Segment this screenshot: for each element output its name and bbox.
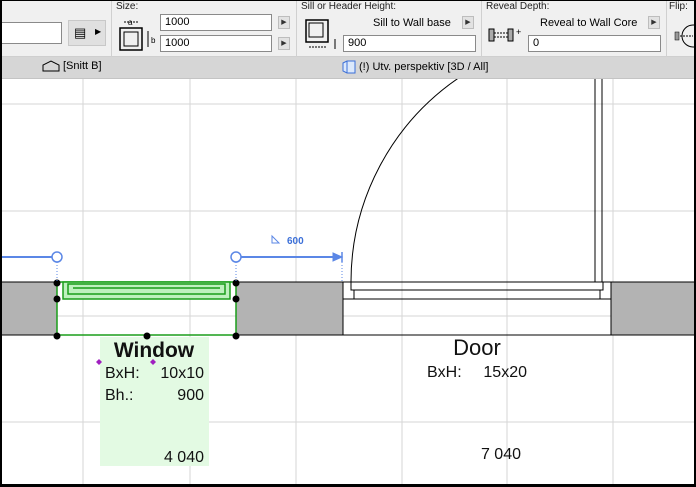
height-arrow-button[interactable]: ▶ — [278, 37, 290, 50]
reveal-mode-label[interactable]: Reveal to Wall Core — [540, 17, 637, 29]
reveal-caption: Reveal Depth: — [486, 1, 550, 12]
sill-height-input[interactable]: 900 — [343, 35, 476, 52]
dimension-value: 600 — [287, 236, 304, 247]
tab-section-b[interactable]: [Snitt B] — [42, 60, 102, 72]
door[interactable] — [342, 79, 612, 300]
reveal-section: Reveal Depth: + Reveal to Wall Core ▶ 0 — [482, 1, 667, 57]
window-elevation: 4 040 — [164, 449, 204, 466]
door-title: Door — [453, 335, 501, 360]
door-elevation: 7 040 — [481, 446, 521, 463]
width-input[interactable]: 1000 — [160, 14, 272, 31]
tab-label: (!) Utv. perspektiv [3D / All] — [359, 61, 489, 73]
app-window: ▤ ▶ Size: a b 1000 1000 ▶ ▶ Sill or Head… — [2, 1, 694, 484]
view-tab-bar: [Snitt B] (!) Utv. perspektiv [3D / All] — [2, 57, 694, 79]
window-size-value: 10x10 — [160, 365, 204, 382]
door-size-label: BxH: — [427, 364, 462, 381]
flip-section: Flip: — [667, 1, 694, 57]
arrow-right-icon: ▶ — [95, 27, 102, 36]
flip-caption: Flip: — [669, 1, 688, 12]
document-icon: ▤ — [74, 25, 87, 40]
reveal-depth-input[interactable]: 0 — [528, 35, 661, 52]
size-caption: Size: — [116, 1, 139, 12]
angle-icon — [271, 234, 281, 244]
svg-text:+: + — [516, 27, 521, 37]
height-input[interactable]: 1000 — [160, 35, 272, 52]
size-section: Size: a b 1000 1000 ▶ ▶ — [112, 1, 297, 57]
sill-section: Sill or Header Height: Sill to Wall base… — [297, 1, 482, 57]
width-arrow-button[interactable]: ▶ — [278, 16, 290, 29]
section-icon — [42, 60, 60, 72]
settings-dropdown-button[interactable]: ▤ ▶ — [68, 20, 106, 46]
tab-3d-perspective[interactable]: (!) Utv. perspektiv [3D / All] — [342, 60, 488, 74]
3d-view-icon — [342, 60, 356, 74]
window-sill-value: 900 — [177, 387, 204, 404]
window-sill-label: Bh.: — [105, 387, 133, 404]
sill-caption: Sill or Header Height: — [301, 1, 397, 12]
window[interactable] — [56, 281, 237, 336]
window-title: Window — [114, 339, 195, 362]
sill-mode-label[interactable]: Sill to Wall base — [373, 17, 451, 29]
door-size-value: 15x20 — [483, 364, 527, 381]
svg-text:b: b — [151, 36, 156, 45]
settings-section: ▤ ▶ — [2, 1, 112, 57]
tab-label: [Snitt B] — [63, 60, 102, 72]
info-box-toolbar: ▤ ▶ Size: a b 1000 1000 ▶ ▶ Sill or Head… — [2, 1, 694, 57]
sill-mode-button[interactable]: ▶ — [462, 16, 474, 29]
window-size-label: BxH: — [105, 365, 140, 382]
left-field[interactable] — [2, 22, 62, 44]
window-size-icon: a b — [119, 18, 156, 51]
svg-text:a: a — [128, 18, 133, 27]
floor-plan-canvas[interactable]: 600 Window BxH: 10x10 Bh.: 900 4 040 Doo… — [2, 79, 694, 484]
reveal-depth-icon: + — [488, 27, 521, 42]
sill-height-icon — [305, 19, 336, 49]
flip-icon[interactable] — [673, 23, 694, 49]
reveal-mode-button[interactable]: ▶ — [648, 16, 660, 29]
